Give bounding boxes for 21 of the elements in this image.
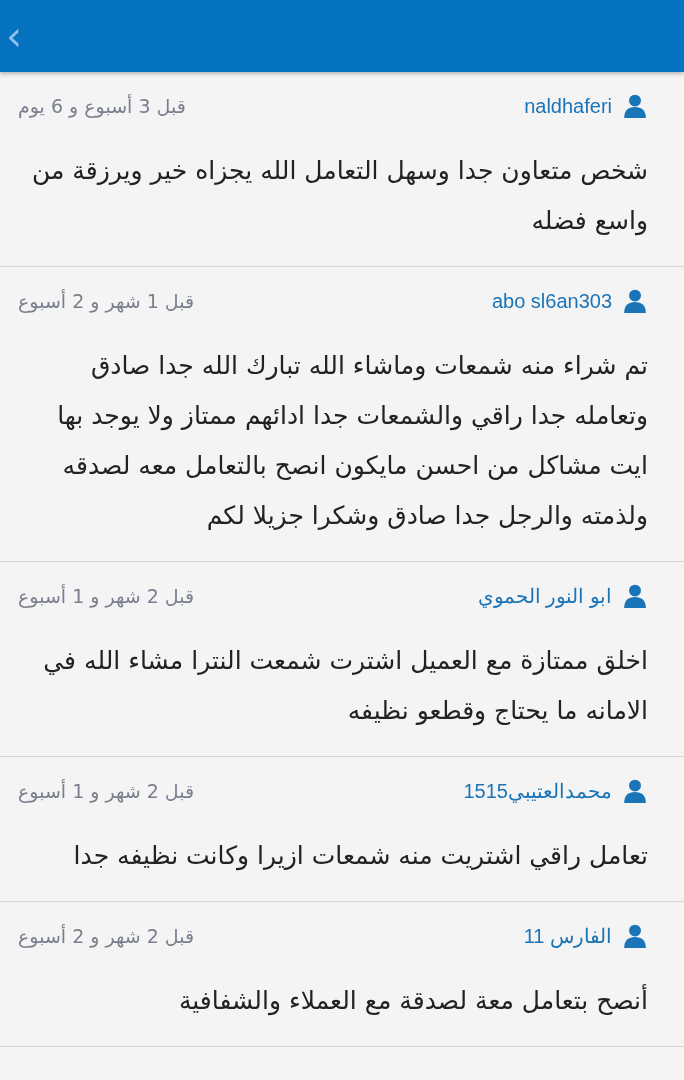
- user-icon: [622, 923, 648, 949]
- review-text: اخلق ممتازة مع العميل اشترت شمعت النترا مشاء الله في الامانه ما يحتاج وقطعو نظيفه: [42, 645, 648, 728]
- review-text: تم شراء منه شمعات وماشاء الله تبارك الله جدا صادق وتعامله جدا راقي والشمعات جدا ادائهم ممتاز ولا يوجد بها ايت مشاكل من احسن مايكون انصح بالتعامل معه لصدقه ولذمته والرجل جدا صادق وشكرا جزيلا لكم: [56, 350, 648, 533]
- user-name[interactable]: abo sl6an303: [491, 289, 612, 313]
- user-icon: [622, 778, 648, 804]
- user-icon: [622, 583, 648, 609]
- review-time: قبل 2 شهر و 1 أسبوع: [18, 585, 195, 607]
- user-name[interactable]: ابو النور الحموي: [477, 584, 612, 608]
- user-name[interactable]: naldhaferi: [524, 94, 612, 118]
- user-name[interactable]: محمدالعتيبي1515: [463, 779, 612, 803]
- review-text: أنصح بتعامل معة لصدقة مع العملاء والشفافية: [177, 983, 648, 1018]
- review-time: قبل 1 شهر و 2 أسبوع: [18, 290, 195, 312]
- user-icon: [622, 288, 648, 314]
- review-text: شخص متعاون جدا وسهل التعامل الله يجزاه خير ويرزقة من واسع فضله: [30, 155, 648, 238]
- user-name[interactable]: الفارس 11: [523, 924, 612, 948]
- user-icon: [622, 93, 648, 119]
- review-text: تعامل راقي اشتريت منه شمعات ازيرا وكانت نظيفه جدا: [72, 840, 648, 873]
- review-time: قبل 3 أسبوع و 6 يوم: [18, 95, 186, 117]
- review-time: قبل 2 شهر و 2 أسبوع: [18, 925, 195, 947]
- review-time: قبل 2 شهر و 1 أسبوع: [18, 780, 195, 802]
- back-button[interactable]: ‹: [0, 16, 28, 56]
